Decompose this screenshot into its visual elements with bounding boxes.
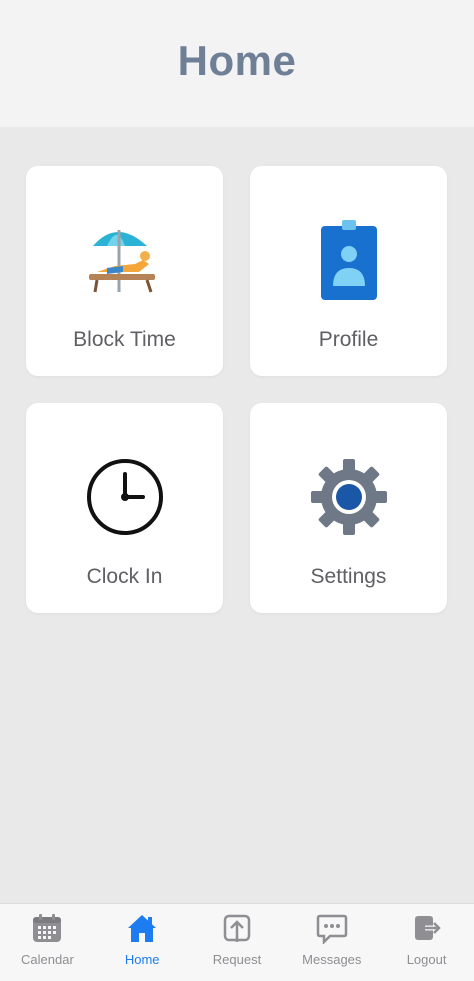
tab-label: Messages [302, 952, 362, 967]
header-bar: Home [0, 0, 474, 127]
tab-calendar[interactable]: Calendar [0, 904, 95, 981]
block-time-tile[interactable]: Block Time [26, 166, 223, 376]
tab-label: Calendar [21, 952, 74, 967]
gear-icon [310, 459, 387, 535]
home-icon [128, 915, 157, 942]
tab-home[interactable]: Home [95, 904, 190, 981]
settings-tile[interactable]: Settings [250, 403, 447, 613]
tab-messages[interactable]: Messages [284, 904, 379, 981]
tab-label: Request [212, 952, 262, 967]
tab-label: Home [124, 952, 160, 967]
tile-label: Profile [318, 328, 379, 351]
tab-request[interactable]: Request [190, 904, 285, 981]
beach-lounger-icon [88, 230, 155, 293]
upload-request-icon [223, 914, 251, 942]
id-badge-icon [320, 220, 377, 300]
calendar-icon [33, 914, 62, 942]
tab-bar: Calendar Home Request Messages Logout [0, 903, 474, 981]
tab-label: Logout [406, 952, 447, 967]
message-bubble-icon [316, 914, 348, 944]
clock-icon [86, 459, 163, 535]
tile-label: Block Time [73, 328, 176, 351]
page-title: Home [177, 36, 297, 84]
logout-icon [414, 916, 441, 940]
tile-label: Clock In [86, 565, 163, 588]
profile-tile[interactable]: Profile [250, 166, 447, 376]
clock-in-tile[interactable]: Clock In [26, 403, 223, 613]
tile-label: Settings [310, 565, 387, 588]
tab-logout[interactable]: Logout [379, 904, 474, 981]
